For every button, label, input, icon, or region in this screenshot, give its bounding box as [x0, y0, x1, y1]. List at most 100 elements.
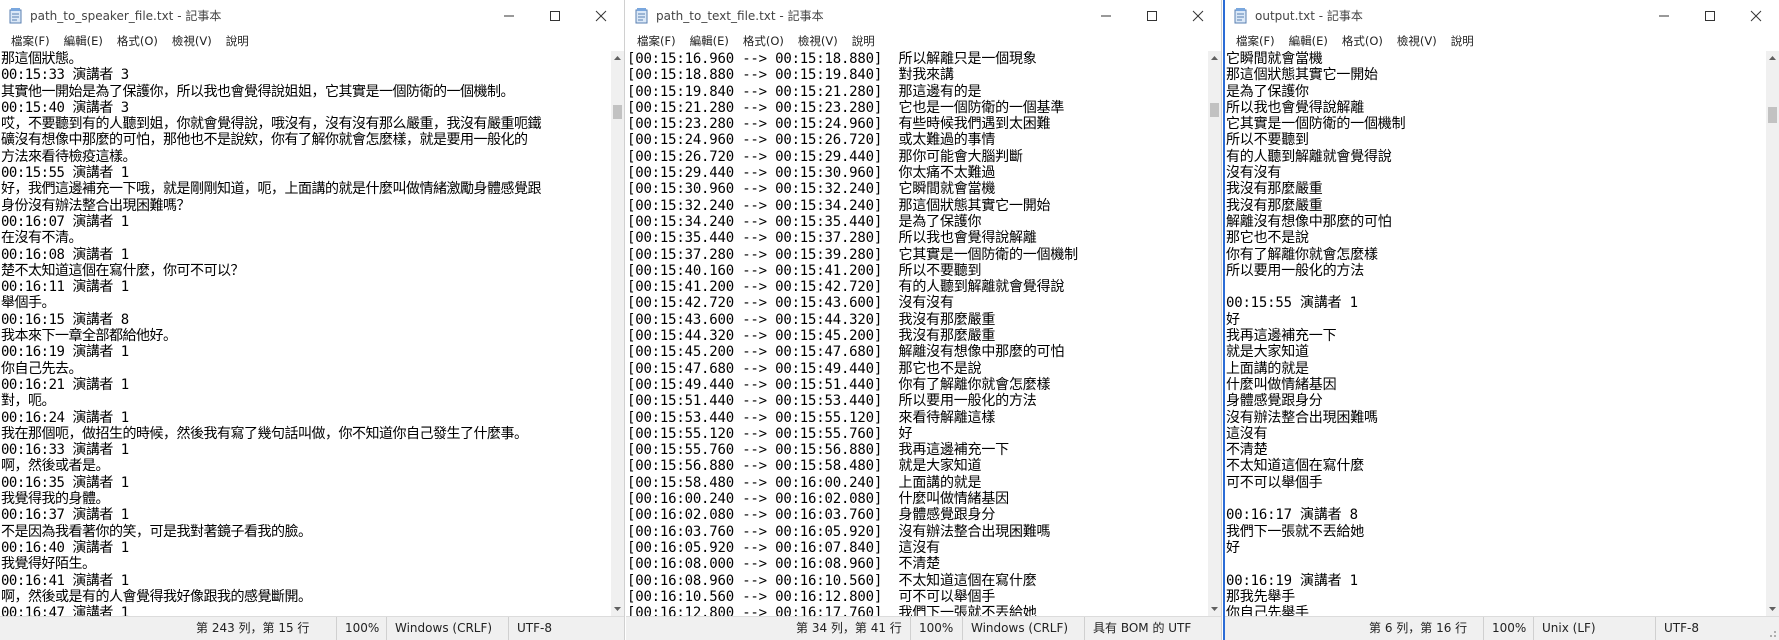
menu-edit[interactable]: 編輯(E)	[683, 33, 736, 49]
menu-edit[interactable]: 編輯(E)	[1282, 33, 1335, 49]
text-line: [00:15:16.960 --> 00:15:18.880] 所以解離只是一個…	[627, 51, 1037, 67]
menu-file[interactable]: 檔案(F)	[630, 33, 683, 49]
text-line: 所以我也會覺得說解離	[1226, 99, 1364, 116]
text-line: 我本來下一章全部都給他好。	[1, 328, 177, 345]
text-line: 我沒有那麼嚴重	[1226, 197, 1323, 214]
scroll-up-arrow-icon[interactable]	[611, 51, 624, 65]
menu-view[interactable]: 檢視(V)	[791, 33, 845, 49]
text-line: 對，呃。	[1, 393, 56, 410]
status-cursor-position: 第 6 列，第 16 行	[1369, 621, 1468, 635]
menu-help[interactable]: 說明	[845, 33, 882, 49]
text-line: [00:15:41.200 --> 00:15:42.720] 有的人聽到解離就…	[627, 279, 1065, 296]
notepad-window-output: output.txt - 記事本 檔案(F) 編輯(E) 格式(O) 檢視(V)…	[1223, 0, 1779, 640]
minimize-button[interactable]	[486, 0, 532, 31]
text-line: [00:15:21.280 --> 00:15:23.280] 它也是一個防衛的…	[627, 99, 1065, 116]
menu-edit[interactable]: 編輯(E)	[57, 33, 110, 49]
notepad-icon	[1233, 7, 1249, 24]
menu-format[interactable]: 格式(O)	[1335, 33, 1390, 49]
notepad-window-text: path_to_text_file.txt - 記事本 檔案(F) 編輯(E) …	[626, 0, 1222, 640]
text-line: 我在那個呃，做招生的時候，然後我有寫了幾句話叫做，你不知道你自己發生了什麼事。	[1, 425, 528, 442]
text-line: 身份沒有辦法整合出現困難嗎？	[1, 197, 191, 214]
menu-format[interactable]: 格式(O)	[736, 33, 791, 49]
text-line: [00:15:55.760 --> 00:15:56.880] 我再這邊補充一下	[627, 442, 1009, 459]
scroll-down-arrow-icon[interactable]	[1208, 602, 1221, 616]
vertical-scrollbar[interactable]	[611, 51, 624, 616]
close-button[interactable]	[1175, 0, 1221, 31]
title-bar[interactable]: path_to_text_file.txt - 記事本	[626, 0, 1221, 31]
text-line: 不太知道這個在寫什麼	[1226, 458, 1364, 475]
menu-view[interactable]: 檢視(V)	[1390, 33, 1444, 49]
text-line: [00:15:51.440 --> 00:15:53.440] 所以要用一般化的…	[627, 393, 1037, 410]
text-line: 你有了解離你就會怎麼樣	[1226, 246, 1378, 263]
close-button[interactable]	[1733, 0, 1779, 31]
maximize-button[interactable]	[1129, 0, 1175, 31]
menu-view[interactable]: 檢視(V)	[165, 33, 219, 49]
text-line: 在沒有不清。	[1, 230, 83, 247]
text-line: 你自己先去。	[1, 360, 83, 377]
status-zoom: 100%	[910, 617, 962, 640]
minimize-icon	[1659, 15, 1669, 16]
status-zoom: 100%	[336, 617, 386, 640]
text-line: 00:15:33 演講者 3	[1, 67, 129, 84]
scroll-up-arrow-icon[interactable]	[1766, 51, 1779, 65]
menu-format[interactable]: 格式(O)	[110, 33, 165, 49]
text-line: [00:16:10.560 --> 00:16:12.800] 可不可以舉個手	[627, 588, 996, 605]
menu-file[interactable]: 檔案(F)	[4, 33, 57, 49]
text-line: 那我先舉手	[1226, 588, 1295, 605]
scroll-down-arrow-icon[interactable]	[1766, 602, 1779, 616]
menu-help[interactable]: 說明	[1444, 33, 1481, 49]
maximize-button[interactable]	[1687, 0, 1733, 31]
vertical-scrollbar[interactable]	[1766, 51, 1779, 616]
close-button[interactable]	[578, 0, 624, 31]
text-line: [00:16:12.800 --> 00:16:17.760] 我們下一張就不丟…	[627, 605, 1037, 616]
text-line: [00:16:03.760 --> 00:16:05.920] 沒有辦法整合出現…	[627, 523, 1051, 540]
text-line: 可不可以舉個手	[1226, 474, 1323, 491]
text-line: 我們下一張就不丟給她	[1226, 523, 1364, 540]
text-line: 00:16:33 演講者 1	[1, 442, 129, 459]
title-bar[interactable]: output.txt - 記事本	[1225, 0, 1779, 31]
minimize-button[interactable]	[1641, 0, 1687, 31]
scrollbar-thumb[interactable]	[613, 105, 622, 119]
scrollbar-thumb[interactable]	[1210, 103, 1219, 117]
text-line: [00:16:02.080 --> 00:16:03.760] 身體感覺跟身分	[627, 507, 996, 524]
text-line: 00:16:11 演講者 1	[1, 279, 129, 296]
maximize-button[interactable]	[532, 0, 578, 31]
menu-file[interactable]: 檔案(F)	[1229, 33, 1282, 49]
text-line: 解離沒有想像中那麼的可怕	[1226, 213, 1392, 230]
text-editor-area[interactable]: 它瞬間就會當機 那這個狀態其實它一開始 是為了保護你 所以我也會覺得說解離 它其實是一個…	[1225, 51, 1766, 616]
text-line: [00:15:18.880 --> 00:15:19.840] 對我來講	[627, 67, 954, 84]
menu-help[interactable]: 說明	[219, 33, 256, 49]
text-line: 我沒有那麼嚴重	[1226, 181, 1323, 198]
text-editor-area[interactable]: [00:15:16.960 --> 00:15:18.880] 所以解離只是一個…	[626, 51, 1208, 616]
text-editor-area[interactable]: 那這個狀態。 00:15:33 演講者 3 其實他一開始是為了保護你，所以我也會覺得…	[0, 51, 611, 616]
text-line: 好，我們這邊補充一下哦，就是剛剛知道，呃，上面講的就是什麼叫做情緒激勵身體感覺跟	[1, 181, 542, 198]
text-line: [00:15:30.960 --> 00:15:32.240] 它瞬間就會當機	[627, 181, 996, 198]
text-line: 00:16:08 演講者 1	[1, 246, 129, 263]
text-line: [00:16:08.960 --> 00:16:10.560] 不太知道這個在寫…	[627, 572, 1037, 589]
menu-bar: 檔案(F) 編輯(E) 格式(O) 檢視(V) 說明	[1225, 31, 1779, 51]
text-line: 00:16:41 演講者 1	[1, 572, 129, 589]
text-line: 那這個狀態其實它一開始	[1226, 67, 1378, 84]
scroll-down-arrow-icon[interactable]	[611, 602, 624, 616]
text-line	[1225, 491, 1766, 507]
text-line: [00:15:56.880 --> 00:15:58.480] 就是大家知道	[627, 458, 982, 475]
scroll-up-arrow-icon[interactable]	[1208, 51, 1221, 65]
resize-grip-icon[interactable]	[1767, 628, 1777, 638]
status-line-ending: Unix (LF)	[1533, 617, 1655, 640]
text-line: [00:16:05.920 --> 00:16:07.840] 這沒有	[627, 539, 940, 556]
text-line: 00:16:21 演講者 1	[1, 376, 129, 393]
text-line: [00:16:08.000 --> 00:16:08.960] 不清楚	[627, 556, 940, 573]
text-line: 沒有辦法整合出現困難嗎	[1226, 409, 1378, 426]
minimize-button[interactable]	[1083, 0, 1129, 31]
text-line: 是為了保護你	[1226, 83, 1309, 100]
maximize-icon	[1147, 10, 1157, 21]
scrollbar-thumb[interactable]	[1768, 107, 1777, 123]
text-line: 上面講的就是	[1226, 360, 1309, 377]
vertical-scrollbar[interactable]	[1208, 51, 1221, 616]
text-line: 00:15:40 演講者 3	[1, 99, 129, 116]
text-line: [00:15:32.240 --> 00:15:34.240] 那這個狀態其實它…	[627, 197, 1051, 214]
text-line: 好	[1226, 539, 1240, 556]
close-icon	[595, 10, 607, 21]
text-line: [00:16:00.240 --> 00:16:02.080] 什麼叫做情緒基因	[627, 491, 1009, 508]
title-bar[interactable]: path_to_speaker_file.txt - 記事本	[0, 0, 624, 31]
